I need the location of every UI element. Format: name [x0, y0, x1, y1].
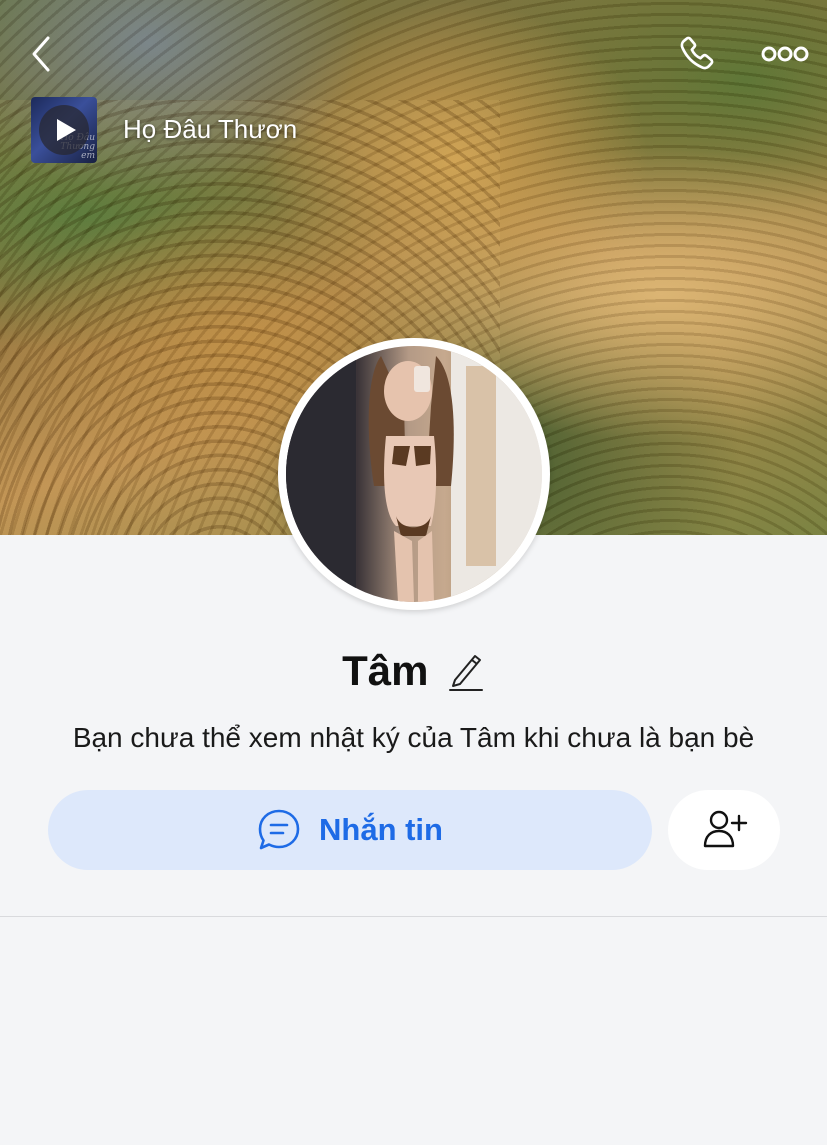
privacy-note: Bạn chưa thể xem nhật ký của Tâm khi chư…	[72, 722, 755, 753]
message-button[interactable]: Nhắn tin	[48, 790, 652, 870]
add-friend-button[interactable]	[668, 790, 780, 870]
avatar[interactable]	[286, 346, 542, 602]
chevron-left-icon	[32, 36, 50, 72]
back-button[interactable]	[22, 34, 62, 74]
user-plus-icon	[703, 810, 748, 848]
play-icon	[57, 119, 76, 141]
profile-name: Tâm	[342, 647, 429, 694]
avatar-figure	[286, 346, 542, 602]
play-button[interactable]	[39, 105, 89, 155]
music-song-title[interactable]: Họ Đâu Thươn	[123, 114, 297, 145]
profile-name-row: Tâm	[0, 646, 827, 696]
avatar-frame[interactable]	[278, 338, 550, 610]
call-button[interactable]	[674, 32, 720, 78]
more-horizontal-icon	[761, 46, 809, 62]
more-button[interactable]	[758, 36, 812, 72]
pencil-icon	[448, 655, 483, 691]
chat-bubble-icon	[258, 809, 300, 850]
section-divider	[0, 916, 827, 917]
phone-icon	[680, 36, 714, 70]
music-cover[interactable]: Họ Đâu Thương em	[31, 97, 97, 163]
edit-name-button[interactable]	[447, 650, 485, 692]
message-button-label: Nhắn tin	[319, 812, 443, 847]
